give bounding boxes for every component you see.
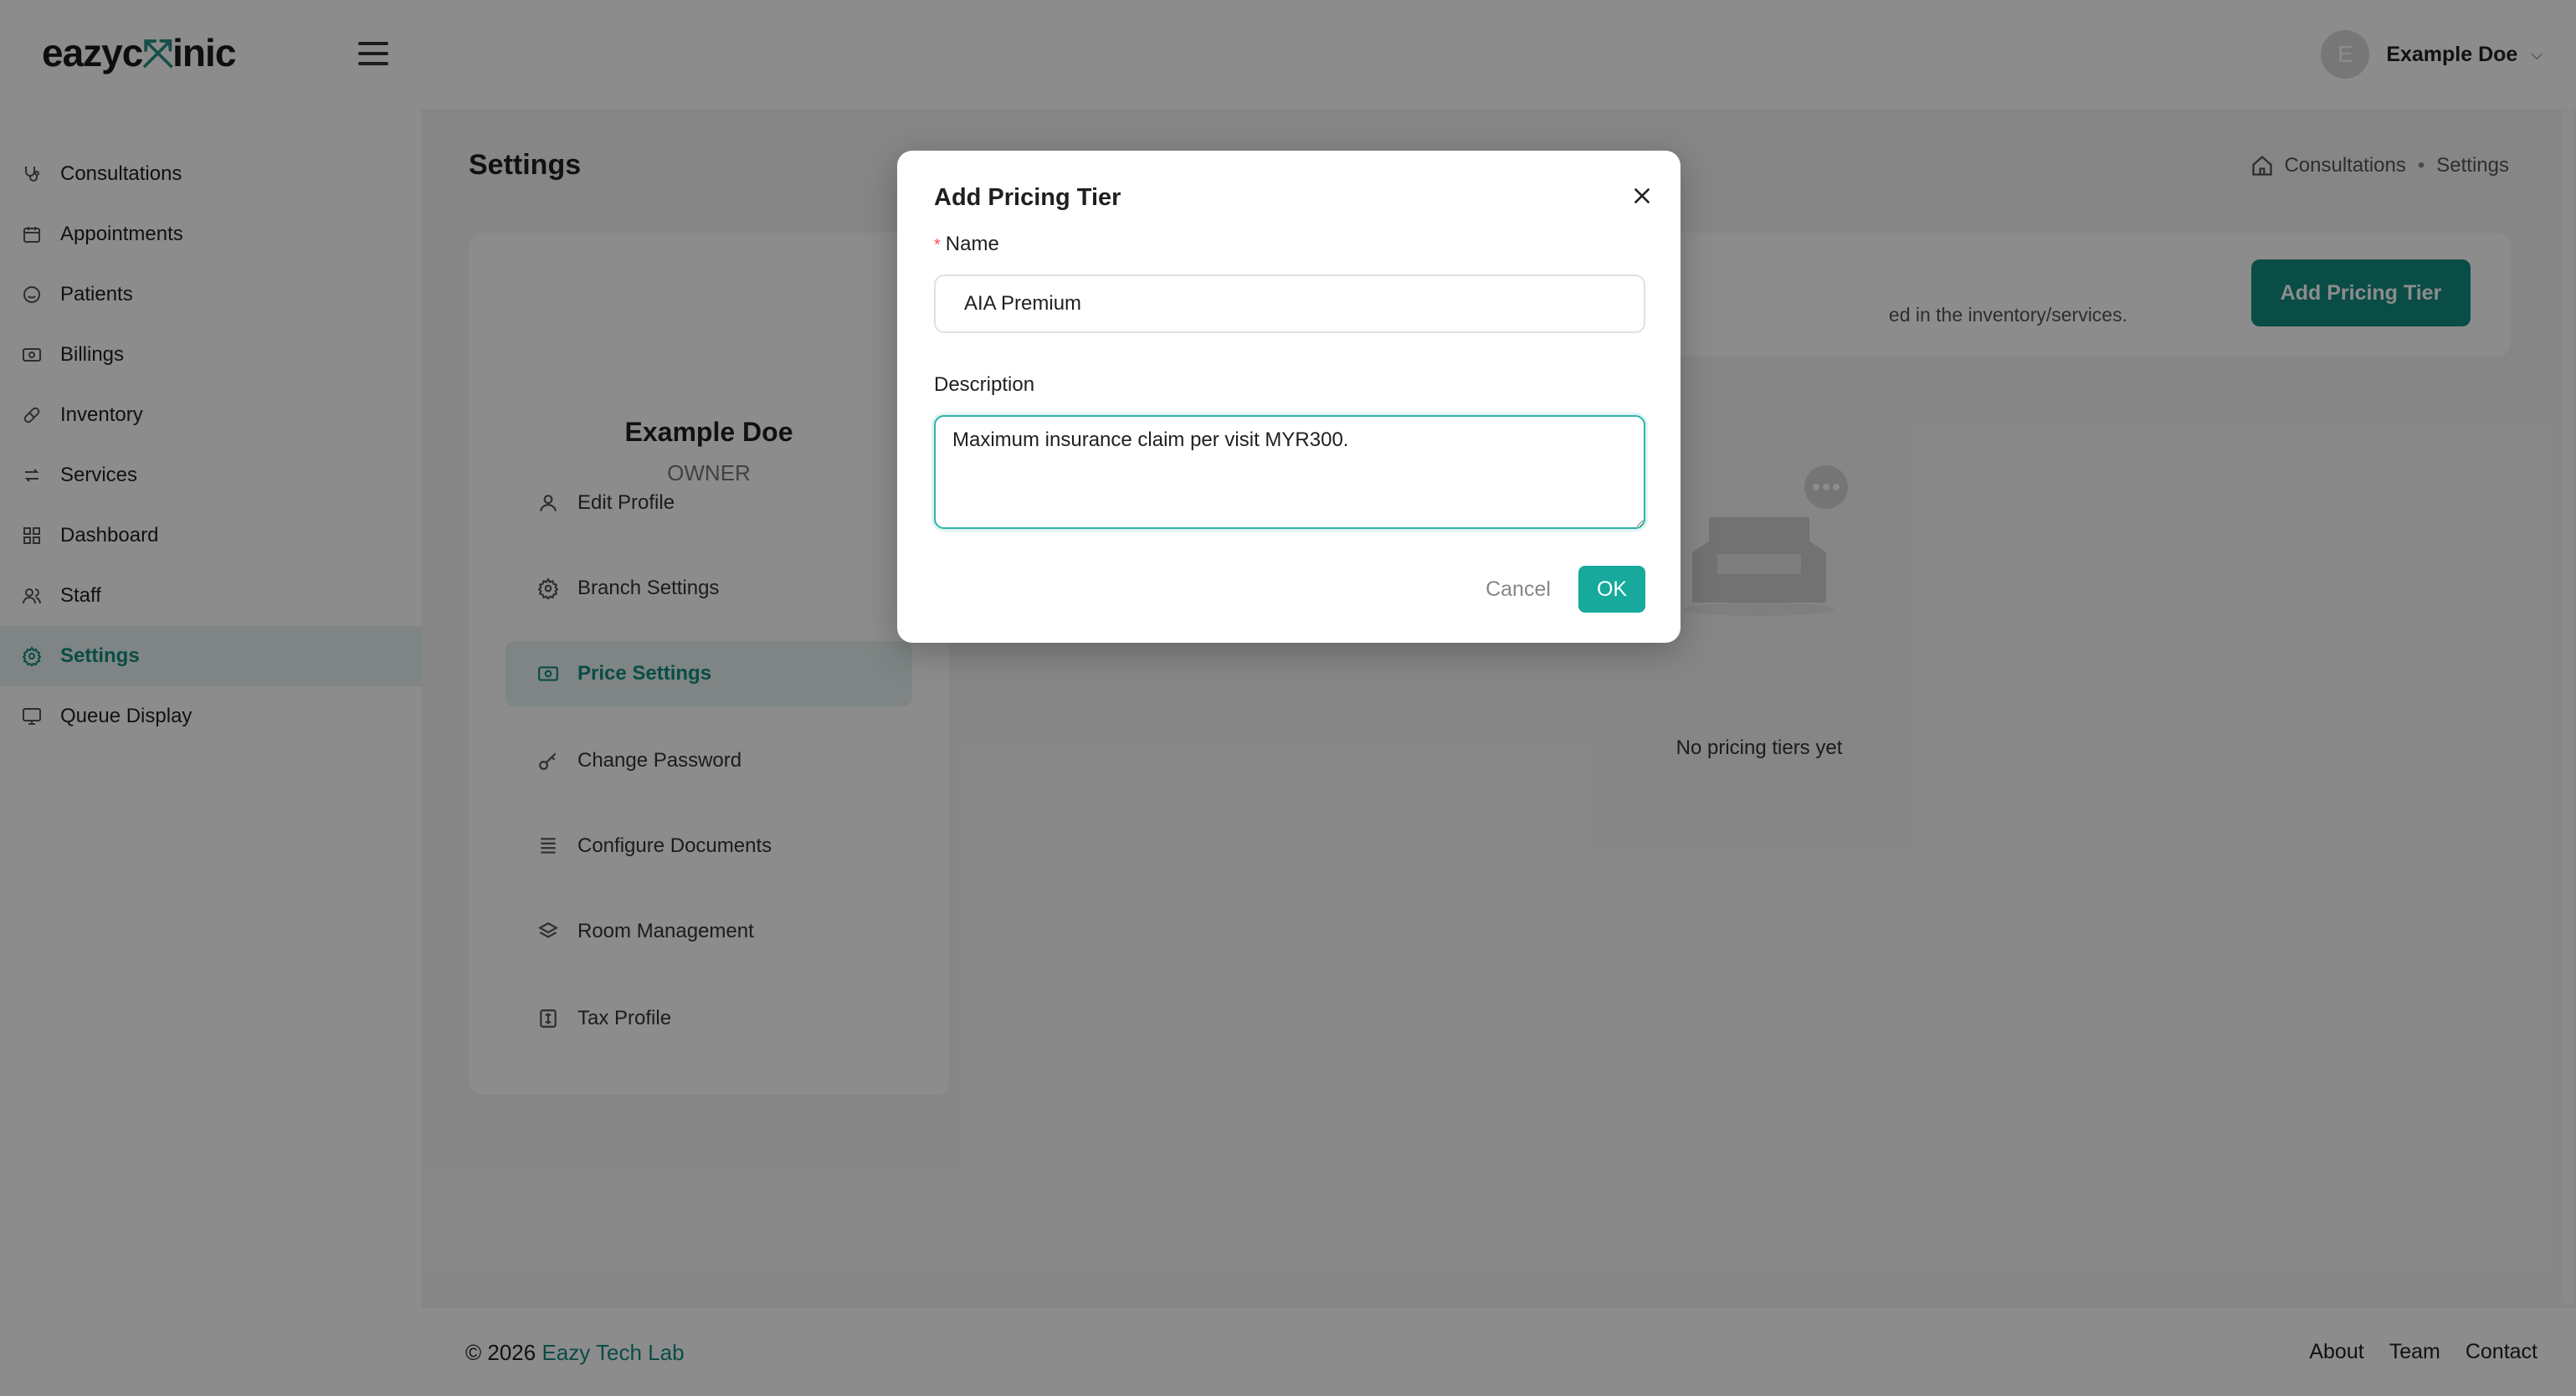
required-mark: * <box>934 236 941 254</box>
name-field-label: * Name <box>934 233 999 256</box>
description-textarea[interactable]: Maximum insurance claim per visit MYR300… <box>934 415 1645 529</box>
name-input[interactable] <box>934 275 1645 333</box>
name-label-text: Name <box>945 233 999 255</box>
modal-title: Add Pricing Tier <box>934 184 1121 211</box>
ok-button[interactable]: OK <box>1578 566 1645 613</box>
add-pricing-tier-modal: Add Pricing Tier *Name Description Maxim… <box>897 151 1681 643</box>
app: eazyc⤧inic E Example Doe ⌵ Consultations… <box>0 0 2576 1396</box>
close-icon[interactable] <box>1625 179 1659 213</box>
description-field-label: Description <box>934 373 1035 396</box>
scrollbar[interactable] <box>2563 109 2574 1306</box>
cancel-button[interactable]: Cancel <box>1483 566 1553 613</box>
